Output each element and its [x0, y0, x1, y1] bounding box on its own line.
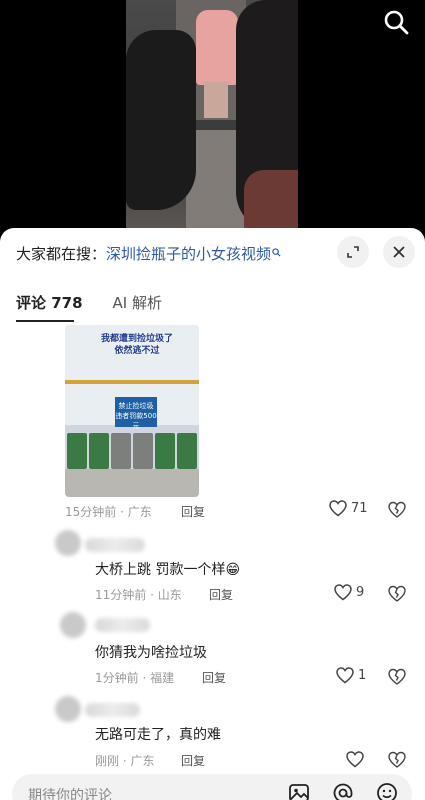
tab-comments[interactable]: 评论 778 [16, 292, 83, 313]
reply-button[interactable]: 回复 [181, 752, 205, 769]
heart-icon [336, 667, 354, 684]
comment-input-placeholder: 期待你的评论 [28, 788, 112, 800]
broken-heart-icon[interactable] [388, 751, 406, 769]
like-button[interactable]: 9 [334, 584, 364, 601]
small-search-icon [272, 248, 281, 257]
like-button[interactable]: 1 [336, 667, 366, 684]
comment-sheet: 大家都在搜：深圳捡瓶子的小女孩视频 评论 778 AI 解析 我都遭到捡垃圾了 [0, 228, 425, 800]
broken-heart-icon[interactable] [388, 668, 406, 686]
meme-line-1: 我都遭到捡垃圾了 [100, 334, 173, 344]
image-ground [65, 469, 199, 497]
sign-line-1: 禁止捡垃圾 [118, 402, 154, 410]
screen: 大家都在搜：深圳捡瓶子的小女孩视频 评论 778 AI 解析 我都遭到捡垃圾了 [0, 0, 425, 800]
comment-image[interactable]: 我都遭到捡垃圾了 依然逃不过 禁止捡垃圾 违者罚款500元 [65, 325, 199, 497]
avatar[interactable] [60, 612, 86, 638]
like-button[interactable] [346, 751, 368, 768]
comment-meta: 15分钟前 · 广东 [65, 505, 152, 519]
username[interactable] [85, 538, 145, 552]
username[interactable] [95, 618, 150, 632]
avatar[interactable] [55, 530, 81, 556]
bin [155, 433, 175, 469]
expand-button[interactable] [337, 236, 369, 268]
like-count: 1 [358, 668, 367, 683]
avatar[interactable] [55, 696, 81, 722]
tab-bar: 评论 778 AI 解析 [16, 292, 162, 313]
reply-button[interactable]: 回复 [181, 503, 205, 520]
suggested-search-prefix: 大家都在搜： [16, 245, 107, 263]
comment-text: 大桥上跳 罚款一个样😁 [95, 562, 241, 578]
suggested-search-query[interactable]: 深圳捡瓶子的小女孩视频 [106, 245, 271, 263]
bin [133, 433, 153, 469]
at-icon[interactable] [332, 782, 354, 800]
expand-icon [347, 246, 359, 258]
reply-button[interactable]: 回复 [209, 586, 233, 603]
comment-meta: 11分钟前 · 山东 [95, 588, 182, 602]
reply-button[interactable]: 回复 [202, 669, 226, 686]
search-icon[interactable] [382, 8, 410, 36]
image-stripe [65, 380, 199, 384]
video-girl-legs [204, 82, 228, 118]
bin [89, 433, 109, 469]
image-sign: 禁止捡垃圾 违者罚款500元 [115, 397, 157, 430]
broken-heart-icon[interactable] [388, 501, 406, 519]
bin [67, 433, 87, 469]
bin [177, 433, 197, 469]
like-count: 9 [356, 585, 365, 600]
suggested-search[interactable]: 大家都在搜：深圳捡瓶子的小女孩视频 [16, 243, 281, 264]
like-count: 71 [351, 501, 368, 516]
comment-meta: 刚刚 · 广东 [95, 754, 155, 768]
video-red-object [244, 170, 298, 232]
tab-ai-analysis[interactable]: AI 解析 [113, 292, 162, 313]
video-player[interactable] [0, 0, 425, 232]
tab-underline [16, 320, 74, 322]
emoji-icon[interactable] [376, 782, 398, 800]
video-scooter-left [126, 30, 196, 210]
video-frame [126, 0, 298, 232]
image-trash-bins [65, 433, 199, 469]
close-icon [393, 246, 405, 258]
bin [111, 433, 131, 469]
comment-text: 无路可走了，真的难 [95, 727, 221, 743]
video-girl [196, 10, 238, 85]
comment-input[interactable]: 期待你的评论 [12, 774, 412, 800]
heart-icon [334, 584, 352, 601]
username[interactable] [85, 703, 140, 717]
comment-text: 你猜我为啥捡垃圾 [95, 645, 207, 661]
sign-line-2: 违者罚款500元 [115, 412, 157, 430]
image-meme-text: 我都遭到捡垃圾了 依然逃不过 [87, 333, 187, 357]
meme-line-2: 依然逃不过 [114, 346, 160, 356]
heart-icon [329, 500, 347, 517]
close-button[interactable] [383, 236, 415, 268]
comment-meta: 1分钟前 · 福建 [95, 671, 175, 685]
heart-icon [346, 751, 364, 768]
like-button[interactable]: 71 [329, 500, 368, 517]
broken-heart-icon[interactable] [388, 585, 406, 603]
image-icon[interactable] [288, 782, 310, 800]
